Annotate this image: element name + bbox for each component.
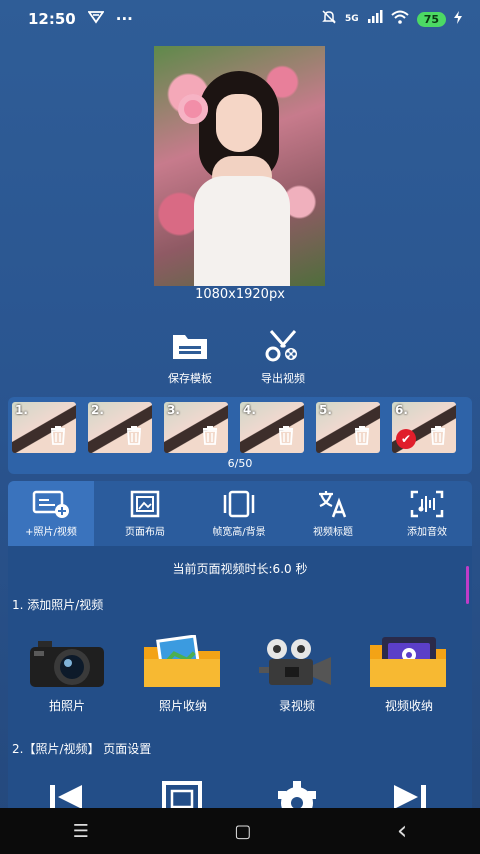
back-button[interactable]: ‹ xyxy=(397,816,407,846)
first-page-icon[interactable] xyxy=(48,779,84,808)
trash-icon[interactable] xyxy=(352,425,372,449)
film-camera-icon xyxy=(252,631,342,689)
clock: 12:50 xyxy=(28,10,76,28)
mute-icon xyxy=(321,9,337,29)
vpn-icon xyxy=(87,10,105,28)
resolution-label: 1080x1920px xyxy=(195,287,285,302)
photo-folder-icon xyxy=(138,631,228,689)
tool-tabbar: +照片/视频 页面布局 帧宽高/背景 视频标题 添加音效 xyxy=(8,481,472,546)
charging-icon xyxy=(454,10,462,28)
translate-icon xyxy=(290,489,376,519)
take-photo-button[interactable]: 拍照片 xyxy=(22,631,112,714)
tab-add-media[interactable]: +照片/视频 xyxy=(8,481,94,546)
recent-apps-button[interactable]: ☰ xyxy=(73,821,89,842)
thumbnail-item[interactable]: 5. xyxy=(316,402,380,453)
layout-icon xyxy=(102,489,188,519)
add-media-icon xyxy=(8,489,94,519)
settings-gear-icon[interactable] xyxy=(276,779,318,808)
page-duration: 当前页面视频时长:6.0 秒 xyxy=(172,562,308,576)
wifi-icon xyxy=(391,10,409,28)
more-icon: ··· xyxy=(115,10,133,28)
network-type: 5G xyxy=(345,14,359,24)
section-add-media-title: 1. 添加照片/视频 xyxy=(12,598,104,612)
audio-icon xyxy=(384,489,470,519)
trash-icon[interactable] xyxy=(48,425,68,449)
video-storage-button[interactable]: 视频收纳 xyxy=(364,631,454,714)
save-template-button[interactable]: 保存模板 xyxy=(150,326,230,386)
section-page-settings-title: 2.【照片/视频】 页面设置 xyxy=(12,742,152,756)
video-folder-icon xyxy=(364,631,454,689)
camera-icon xyxy=(22,631,112,689)
tab-video-title[interactable]: 视频标题 xyxy=(290,481,376,546)
scissors-icon xyxy=(243,326,323,366)
folder-icon xyxy=(150,326,230,366)
system-nav-bar: ☰ ▢ ‹ xyxy=(0,808,480,854)
tab-content-panel: 当前页面视频时长:6.0 秒 1. 添加照片/视频 拍照片 照片收纳 录视频 视… xyxy=(8,546,472,808)
image-layout-icon[interactable] xyxy=(162,779,202,808)
photo-storage-button[interactable]: 照片收纳 xyxy=(138,631,228,714)
tab-add-audio[interactable]: 添加音效 xyxy=(384,481,470,546)
thumbnail-item[interactable]: 4. xyxy=(240,402,304,453)
page-count: 6/50 xyxy=(227,457,253,470)
export-video-button[interactable]: 导出视频 xyxy=(243,326,323,386)
frame-icon xyxy=(196,489,282,519)
trash-icon[interactable] xyxy=(276,425,296,449)
thumbnail-item[interactable]: 2. xyxy=(88,402,152,453)
status-bar: 12:50 ··· 5G 75 xyxy=(0,0,480,38)
tab-frame-background[interactable]: 帧宽高/背景 xyxy=(196,481,282,546)
signal-icon xyxy=(367,10,383,28)
record-video-button[interactable]: 录视频 xyxy=(252,631,342,714)
last-page-icon[interactable] xyxy=(392,779,428,808)
tab-page-layout[interactable]: 页面布局 xyxy=(102,481,188,546)
page-thumbnail-strip: 1. 2. 3. 4. 5. 6. ✔ 6/50 xyxy=(8,397,472,474)
trash-icon[interactable] xyxy=(428,425,448,449)
home-button[interactable]: ▢ xyxy=(234,821,251,842)
trash-icon[interactable] xyxy=(124,425,144,449)
battery-level: 75 xyxy=(416,11,446,27)
thumbnail-item[interactable]: 1. xyxy=(12,402,76,453)
page-preview-image[interactable] xyxy=(154,46,325,286)
thumbnail-item[interactable]: 6. ✔ xyxy=(392,402,456,453)
selected-check-icon: ✔ xyxy=(396,429,416,449)
trash-icon[interactable] xyxy=(200,425,220,449)
thumbnail-item[interactable]: 3. xyxy=(164,402,228,453)
